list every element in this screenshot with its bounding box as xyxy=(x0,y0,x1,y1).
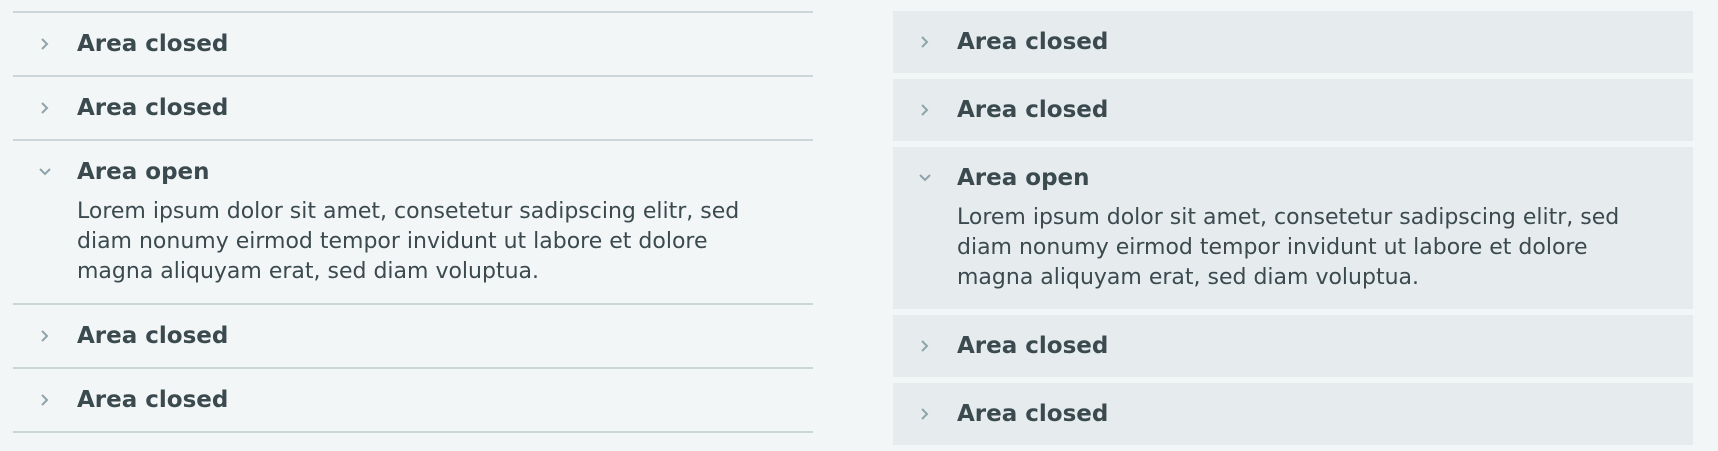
accordion-item: Area closed xyxy=(13,13,813,77)
accordion-title: Area closed xyxy=(957,29,1109,55)
accordion-title: Area closed xyxy=(957,401,1109,427)
accordion-title: Area open xyxy=(957,165,1090,191)
accordion-item: Area closed xyxy=(893,11,1693,73)
accordion-item: Area closed xyxy=(13,369,813,433)
accordion-header[interactable]: Area open xyxy=(893,147,1693,209)
chevron-right-icon xyxy=(31,30,59,58)
accordion-filled: Area closed Area closed Area open Lorem … xyxy=(893,11,1693,451)
accordion-title: Area closed xyxy=(957,97,1109,123)
accordion-title: Area closed xyxy=(77,31,229,57)
accordion-item: Area closed xyxy=(893,79,1693,141)
accordion-title: Area open xyxy=(77,159,210,185)
accordion-title: Area closed xyxy=(77,323,229,349)
chevron-right-icon xyxy=(31,322,59,350)
accordion-item: Area closed xyxy=(13,305,813,369)
accordion-bordered: Area closed Area closed Area open Lorem … xyxy=(13,11,813,433)
accordion-content: Lorem ipsum dolor sit amet, consetetur s… xyxy=(957,205,1620,290)
accordion-header[interactable]: Area open xyxy=(13,141,813,203)
chevron-right-icon xyxy=(911,96,939,124)
accordion-header[interactable]: Area closed xyxy=(13,369,813,431)
accordion-header[interactable]: Area closed xyxy=(893,383,1693,445)
chevron-down-icon xyxy=(31,158,59,186)
accordion-header[interactable]: Area closed xyxy=(893,315,1693,377)
accordion-item: Area open Lorem ipsum dolor sit amet, co… xyxy=(13,141,813,305)
chevron-right-icon xyxy=(911,332,939,360)
accordion-item: Area closed xyxy=(13,77,813,141)
accordion-title: Area closed xyxy=(77,387,229,413)
accordion-header[interactable]: Area closed xyxy=(13,13,813,75)
accordion-title: Area closed xyxy=(957,333,1109,359)
accordion-item: Area closed xyxy=(893,315,1693,377)
accordion-header[interactable]: Area closed xyxy=(13,305,813,367)
chevron-right-icon xyxy=(31,386,59,414)
chevron-right-icon xyxy=(911,400,939,428)
chevron-right-icon xyxy=(911,28,939,56)
accordion-item: Area open Lorem ipsum dolor sit amet, co… xyxy=(893,147,1693,309)
accordion-header[interactable]: Area closed xyxy=(13,77,813,139)
accordion-title: Area closed xyxy=(77,95,229,121)
accordion-header[interactable]: Area closed xyxy=(893,11,1693,73)
accordion-content: Lorem ipsum dolor sit amet, consetetur s… xyxy=(77,199,740,284)
accordion-item: Area closed xyxy=(893,383,1693,445)
accordion-header[interactable]: Area closed xyxy=(893,79,1693,141)
chevron-down-icon xyxy=(911,164,939,192)
chevron-right-icon xyxy=(31,94,59,122)
